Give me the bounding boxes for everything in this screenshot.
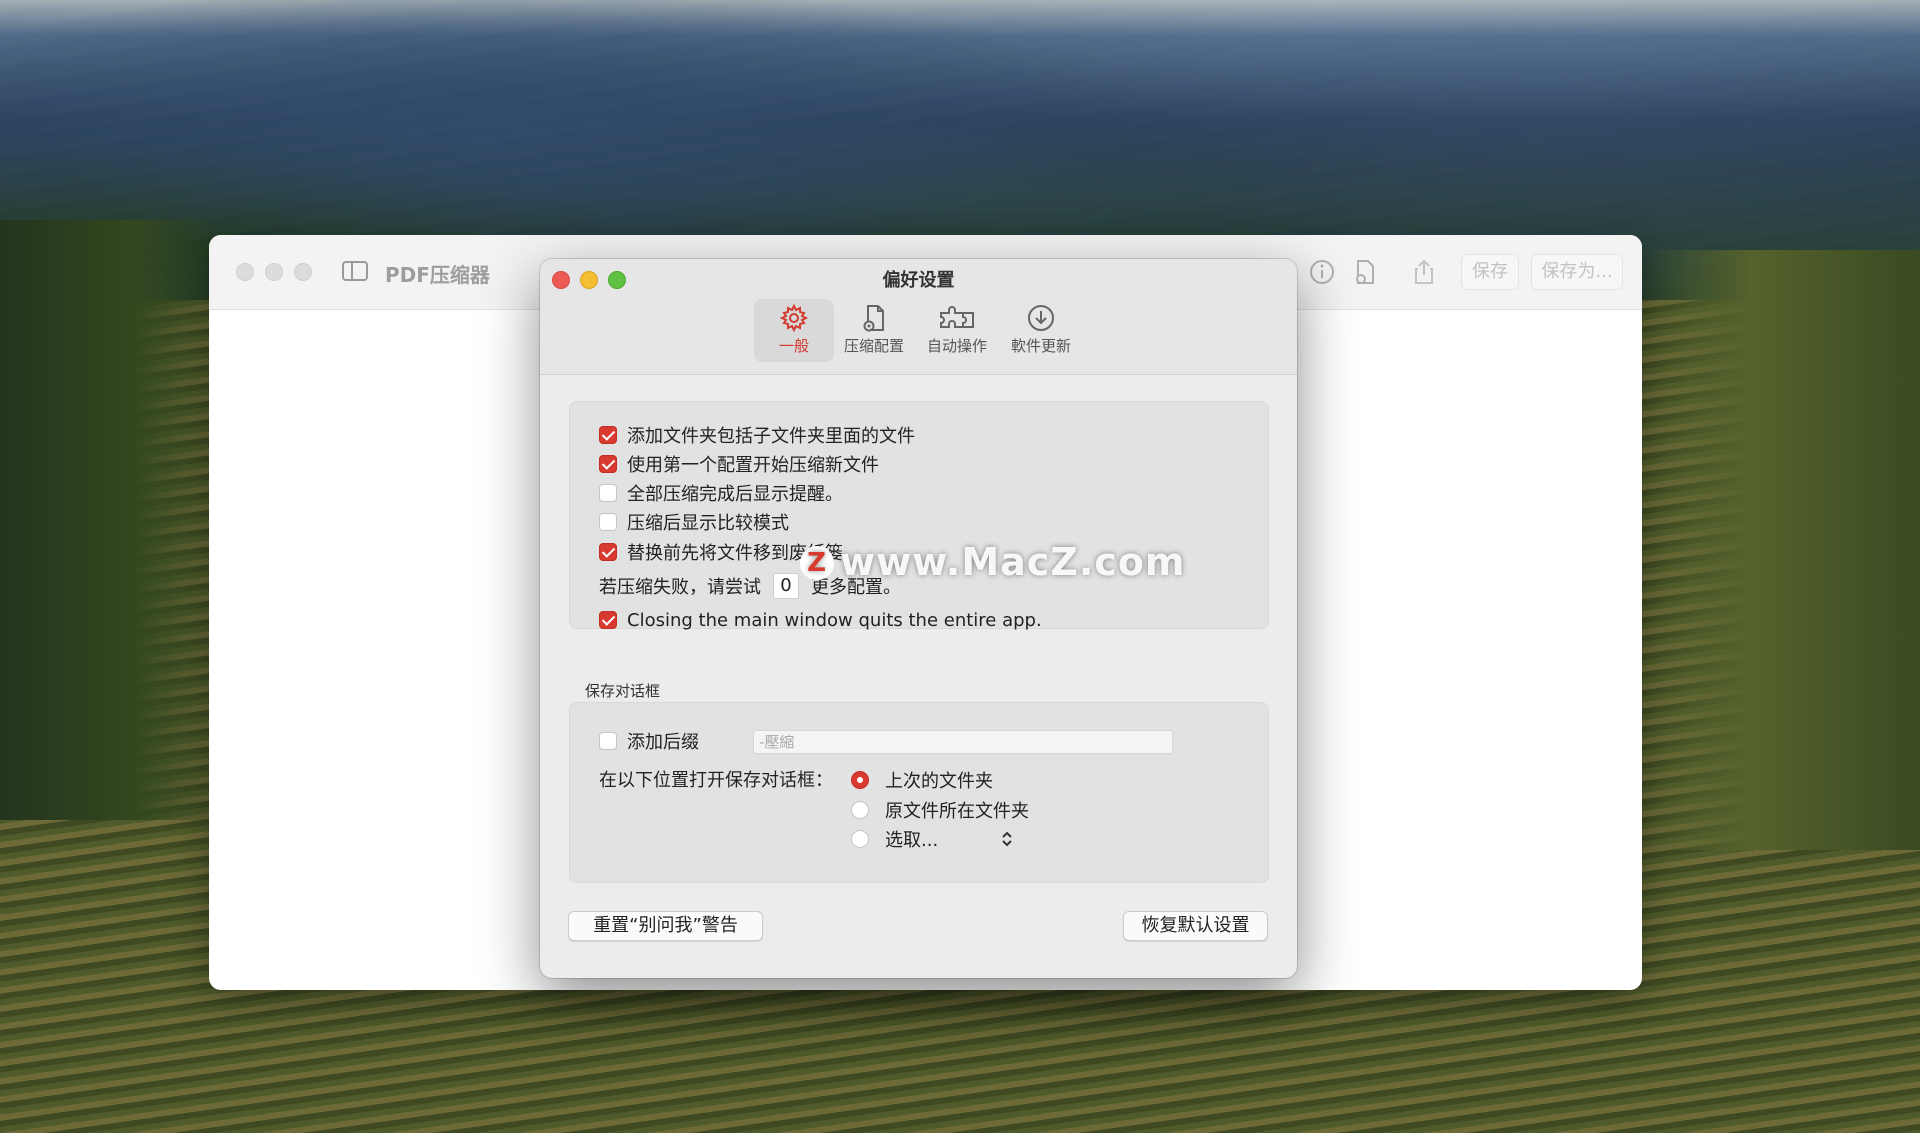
suffix-input[interactable]: -壓縮: [753, 730, 1173, 754]
save-dialog-section-label: 保存对话框: [585, 682, 661, 700]
watermark: Zwww.MacZ.com: [800, 540, 1186, 584]
option-show-alert[interactable]: 全部压缩完成后显示提醒。: [599, 480, 843, 506]
radio-choose-folder-button[interactable]: [851, 830, 869, 848]
radio-choose-folder-label: 选取...: [885, 830, 939, 851]
save-button[interactable]: 保存: [1461, 254, 1519, 290]
general-options-group: 添加文件夹包括子文件夹里面的文件 使用第一个配置开始压缩新文件 全部压缩完成后显…: [569, 401, 1269, 631]
save-location-label: 在以下位置打开保存对话框：: [599, 770, 833, 791]
radio-last-folder-button[interactable]: [851, 771, 869, 789]
reset-warnings-button[interactable]: 重置“别问我”警告: [568, 911, 763, 941]
option-include-subfolders-label: 添加文件夹包括子文件夹里面的文件: [627, 426, 915, 447]
download-circle-icon: [1028, 305, 1054, 331]
tab-general-label: 一般: [778, 337, 809, 355]
main-minimize-button[interactable]: [265, 263, 283, 281]
doc-gear-icon: [863, 305, 884, 332]
radio-last-folder-label: 上次的文件夹: [885, 771, 993, 792]
preferences-toolbar: 偏好设置 一般 压缩配置 自动操作 軟件更新: [540, 259, 1297, 375]
retry-prefix-label: 若压缩失败，请尝试: [599, 577, 761, 598]
option-quit-on-close-label: Closing the main window quits the entire…: [627, 609, 1042, 631]
checkbox-include-subfolders[interactable]: [599, 426, 617, 444]
chevron-up-down-icon[interactable]: [1000, 830, 1014, 848]
desktop-wallpaper-trees: [1640, 250, 1920, 850]
gear-icon: [779, 303, 809, 333]
save-as-button[interactable]: 保存为...: [1531, 254, 1623, 290]
tab-software-update[interactable]: 軟件更新: [1001, 299, 1081, 362]
restore-defaults-button[interactable]: 恢复默认设置: [1123, 911, 1268, 941]
tab-software-update-label: 軟件更新: [1010, 337, 1071, 355]
radio-source-folder-button[interactable]: [851, 801, 869, 819]
share-icon[interactable]: [1409, 257, 1439, 287]
checkbox-show-alert[interactable]: [599, 484, 617, 502]
document-settings-icon[interactable]: [1350, 257, 1380, 287]
option-compare-mode[interactable]: 压缩后显示比较模式: [599, 509, 789, 535]
radio-choose-folder[interactable]: 选取...: [851, 826, 1014, 852]
checkbox-use-first-profile[interactable]: [599, 455, 617, 473]
radio-last-folder[interactable]: 上次的文件夹: [851, 767, 993, 793]
tab-automation[interactable]: 自动操作: [917, 299, 997, 362]
option-add-suffix-label: 添加后缀: [627, 732, 699, 753]
info-icon[interactable]: [1307, 257, 1337, 287]
tab-compression-profiles-label: 压缩配置: [843, 337, 904, 355]
preferences-window: 偏好设置 一般 压缩配置 自动操作 軟件更新 添加文件夹包括子文件夹里面的文件 …: [540, 259, 1297, 978]
checkbox-add-suffix[interactable]: [599, 732, 617, 750]
checkbox-quit-on-close[interactable]: [599, 611, 617, 629]
option-use-first-profile-label: 使用第一个配置开始压缩新文件: [627, 455, 879, 476]
preferences-title: 偏好设置: [882, 270, 955, 291]
retry-count-field[interactable]: 0: [773, 573, 799, 599]
tab-compression-profiles[interactable]: 压缩配置: [834, 299, 914, 362]
option-compare-mode-label: 压缩后显示比较模式: [627, 513, 789, 534]
main-zoom-button[interactable]: [294, 263, 312, 281]
radio-source-folder-label: 原文件所在文件夹: [885, 801, 1029, 822]
radio-source-folder[interactable]: 原文件所在文件夹: [851, 797, 1029, 823]
option-add-suffix[interactable]: 添加后缀: [599, 728, 699, 754]
option-show-alert-label: 全部压缩完成后显示提醒。: [627, 484, 843, 505]
save-dialog-group: 添加后缀 -壓縮 在以下位置打开保存对话框： 上次的文件夹 原文件所在文件夹 选…: [569, 702, 1269, 883]
puzzle-icon: [940, 306, 974, 328]
tab-general[interactable]: 一般: [754, 299, 834, 362]
option-quit-on-close[interactable]: Closing the main window quits the entire…: [599, 607, 1042, 633]
main-close-button[interactable]: [236, 263, 254, 281]
checkbox-move-to-trash[interactable]: [599, 543, 617, 561]
watermark-logo-icon: Z: [800, 546, 834, 580]
option-include-subfolders[interactable]: 添加文件夹包括子文件夹里面的文件: [599, 422, 915, 448]
watermark-text: www.MacZ.com: [840, 540, 1186, 584]
option-use-first-profile[interactable]: 使用第一个配置开始压缩新文件: [599, 451, 879, 477]
desktop-wallpaper-forest: [0, 220, 220, 820]
app-title: PDF压缩器: [385, 263, 490, 287]
sidebar-toggle-icon[interactable]: [342, 261, 368, 281]
checkbox-compare-mode[interactable]: [599, 513, 617, 531]
tab-automation-label: 自动操作: [926, 337, 987, 355]
